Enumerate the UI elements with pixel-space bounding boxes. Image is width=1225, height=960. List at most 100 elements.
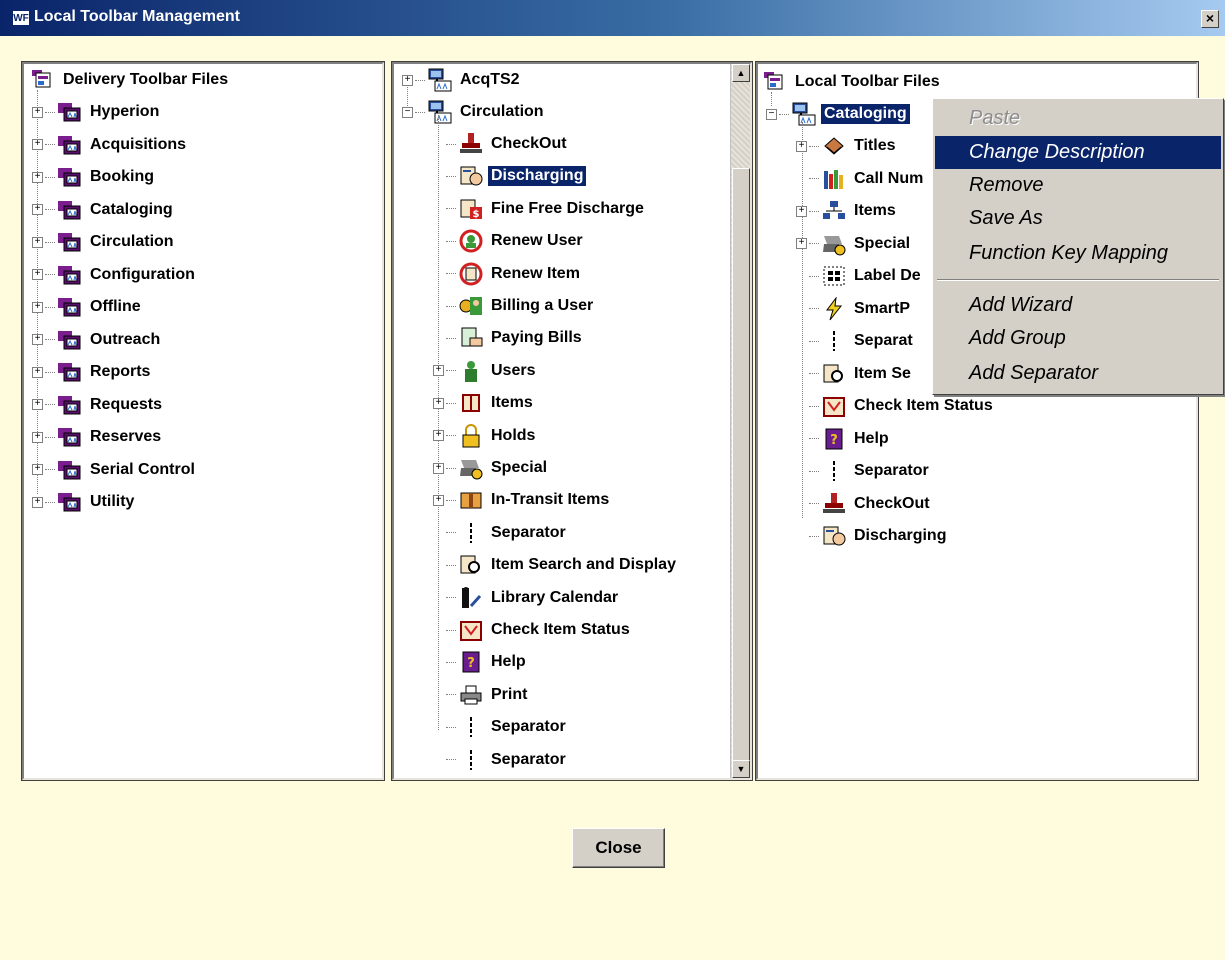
title-bar[interactable]: WF Local Toolbar Management × <box>0 0 1225 37</box>
expand-icon[interactable]: + <box>32 334 43 345</box>
tree-item-help[interactable]: ? Help <box>433 648 529 676</box>
tree-item-acquisitions[interactable]: + Acquisitions <box>32 131 189 159</box>
expand-icon[interactable]: + <box>32 236 43 248</box>
expand-icon[interactable]: + <box>32 269 43 280</box>
tree-item-in-transit-items[interactable]: + In-Transit Items <box>433 486 612 514</box>
menu-item-add-wizard[interactable]: Add Wizard <box>935 289 1221 322</box>
separator-icon <box>458 521 484 545</box>
tree-item-users[interactable]: + Users <box>433 357 538 385</box>
tree-root-delivery-toolbar-files[interactable]: Delivery Toolbar Files <box>30 66 231 94</box>
tree-item-call-num[interactable]: Call Num <box>796 165 926 193</box>
expand-icon[interactable]: + <box>32 106 43 118</box>
scroll-down-button[interactable]: ▼ <box>732 760 750 778</box>
tree-connector <box>446 175 456 177</box>
tree-item-reports[interactable]: + Reports <box>32 358 153 386</box>
expand-icon[interactable]: + <box>32 139 43 150</box>
tree-item-items[interactable]: + Items <box>796 197 899 225</box>
tree-item-item-se[interactable]: Item Se <box>796 360 914 388</box>
tree-item-billing-a-user[interactable]: Billing a User <box>433 292 596 320</box>
expand-icon[interactable]: + <box>433 494 444 506</box>
tree-item-paying-bills[interactable]: Paying Bills <box>433 324 585 352</box>
tree-item-separator[interactable]: Separator <box>433 746 569 774</box>
tree-item-serial-control[interactable]: + Serial Control <box>32 456 198 484</box>
tree-item-label: Separat <box>854 332 913 349</box>
expand-icon[interactable]: + <box>32 431 43 443</box>
expand-icon[interactable]: + <box>32 171 43 183</box>
expand-icon[interactable]: + <box>32 399 43 410</box>
tree-item-items[interactable]: + Items <box>433 389 536 417</box>
tree-item-acqts2[interactable]: + AcqTS2 <box>402 66 523 94</box>
expand-icon[interactable]: + <box>433 397 444 409</box>
tree-item-renew-item[interactable]: Renew Item <box>433 260 583 288</box>
menu-item-add-separator[interactable]: Add Separator <box>935 357 1221 390</box>
tree-item-fine-free-discharge[interactable]: $ Fine Free Discharge <box>433 195 647 223</box>
tree-item-separator[interactable]: Separator <box>433 713 569 741</box>
tree-item-check-item-status[interactable]: Check Item Status <box>796 392 996 420</box>
toolbar-contents-tree[interactable]: ▲ ▼ + AcqTS2 − Circulation CheckOut Dischargi… <box>391 61 753 781</box>
tree-item-discharging[interactable]: Discharging <box>433 162 588 190</box>
tree-item-circulation[interactable]: − Circulation <box>402 98 547 126</box>
tree-connector <box>446 499 456 501</box>
expand-icon[interactable]: + <box>32 464 43 475</box>
tree-root-local-toolbar-files[interactable]: Local Toolbar Files <box>762 68 943 96</box>
collapse-icon[interactable]: − <box>402 106 413 118</box>
tree-item-label: Circulation <box>460 103 544 121</box>
expand-icon[interactable]: + <box>433 430 444 442</box>
tree-item-hyperion[interactable]: + Hyperion <box>32 98 162 126</box>
expand-icon[interactable]: + <box>32 496 43 508</box>
tree-item-library-calendar[interactable]: Library Calendar <box>433 584 621 612</box>
scroll-up-button[interactable]: ▲ <box>732 64 750 82</box>
menu-item-remove[interactable]: Remove <box>935 169 1221 202</box>
expand-icon[interactable]: + <box>433 462 444 474</box>
tree-item-separat[interactable]: Separat <box>796 327 916 355</box>
expand-icon[interactable]: + <box>796 205 807 217</box>
expand-icon[interactable]: + <box>402 74 413 86</box>
menu-item-save-as[interactable]: Save As <box>935 202 1221 235</box>
tree-item-outreach[interactable]: + Outreach <box>32 326 163 354</box>
expand-icon[interactable]: + <box>32 204 43 215</box>
expand-icon[interactable]: + <box>32 366 43 378</box>
delivery-toolbar-files-tree[interactable]: Delivery Toolbar Files + Hyperion + Acquisit… <box>21 61 385 781</box>
tree-item-utility[interactable]: + Utility <box>32 488 137 516</box>
expand-icon[interactable]: + <box>796 238 807 249</box>
collapse-icon[interactable]: − <box>766 108 777 120</box>
window-close-button[interactable]: × <box>1201 10 1219 28</box>
tree-item-label: Utility <box>90 493 135 510</box>
tree-item-separator[interactable]: Separator <box>433 519 569 547</box>
label-icon <box>821 264 847 288</box>
menu-item-paste[interactable]: Paste <box>935 102 1221 135</box>
tree-item-item-search-and-display[interactable]: Item Search and Display <box>433 551 679 579</box>
vertical-scrollbar[interactable]: ▲ ▼ <box>730 64 750 778</box>
tree-item-special[interactable]: + Special <box>433 454 550 482</box>
menu-item-function-key-mapping[interactable]: Function Key Mapping <box>935 237 1221 270</box>
tree-item-discharging[interactable]: Discharging <box>796 522 949 550</box>
tree-item-label: Acquisitions <box>90 135 187 153</box>
tree-item-configuration[interactable]: + Configuration <box>32 261 198 289</box>
tree-item-titles[interactable]: + Titles <box>796 132 899 160</box>
close-button[interactable]: Close <box>572 828 665 868</box>
tree-item-renew-user[interactable]: Renew User <box>433 227 586 255</box>
tree-item-smartp[interactable]: SmartP <box>796 295 913 323</box>
tree-item-checkout[interactable]: CheckOut <box>433 130 570 158</box>
tree-item-reserves[interactable]: + Reserves <box>32 423 164 451</box>
tree-item-special[interactable]: + Special <box>796 230 913 258</box>
tree-item-print[interactable]: Print <box>433 681 530 709</box>
expand-icon[interactable]: + <box>32 301 43 313</box>
tree-item-holds[interactable]: + Holds <box>433 422 538 450</box>
menu-item-add-group[interactable]: Add Group <box>935 322 1221 355</box>
menu-item-change-description[interactable]: Change Description <box>935 136 1221 169</box>
tree-item-separator[interactable]: Separator <box>796 457 932 485</box>
tree-item-help[interactable]: ? Help <box>796 425 892 453</box>
tree-item-circulation[interactable]: + Circulation <box>32 228 177 256</box>
tree-item-cataloging[interactable]: + Cataloging <box>32 196 176 224</box>
expand-icon[interactable]: + <box>433 365 444 377</box>
tree-item-requests[interactable]: + Requests <box>32 391 165 419</box>
tree-item-checkout[interactable]: CheckOut <box>796 490 933 518</box>
tree-item-label-de[interactable]: Label De <box>796 262 924 290</box>
expand-icon[interactable]: + <box>796 140 807 152</box>
tree-item-check-item-status[interactable]: Check Item Status <box>433 616 633 644</box>
scroll-thumb[interactable] <box>732 168 750 764</box>
tree-item-cataloging[interactable]: − Cataloging <box>766 100 911 128</box>
tree-item-booking[interactable]: + Booking <box>32 163 157 191</box>
tree-item-offline[interactable]: + Offline <box>32 293 144 321</box>
